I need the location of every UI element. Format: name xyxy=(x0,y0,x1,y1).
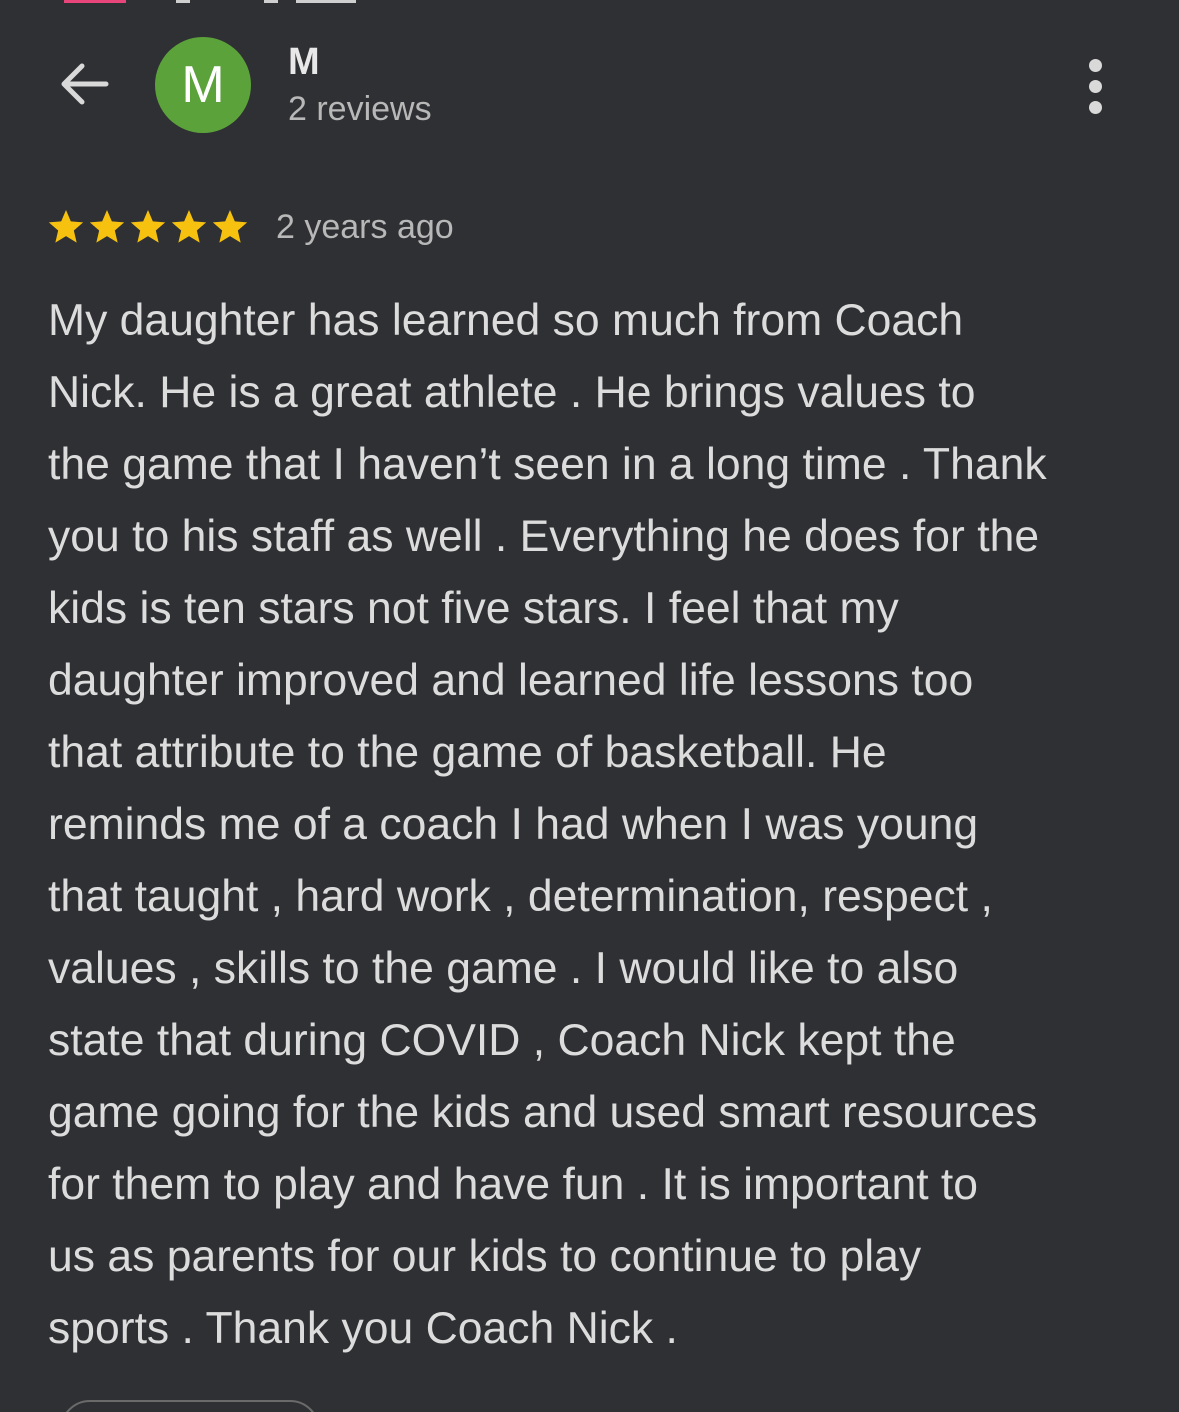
star-rating xyxy=(46,203,251,251)
reviewer-name[interactable]: M xyxy=(288,40,320,84)
more-options-button[interactable] xyxy=(1070,56,1120,116)
avatar[interactable]: M xyxy=(155,37,251,133)
avatar-letter: M xyxy=(181,56,225,114)
review-count: 2 reviews xyxy=(288,90,432,128)
status-indicator xyxy=(64,0,126,3)
status-bar-remnant xyxy=(0,0,1179,4)
star-icon xyxy=(89,210,125,243)
like-button[interactable] xyxy=(60,1400,320,1412)
star-icon xyxy=(48,210,84,243)
star-icon xyxy=(130,210,166,243)
more-vertical-icon xyxy=(1088,58,1102,114)
back-button[interactable] xyxy=(52,52,116,116)
review-text: My daughter has learned so much from Coa… xyxy=(48,296,1047,1353)
star-icon xyxy=(171,210,207,243)
arrow-left-icon xyxy=(61,63,109,105)
review-time: 2 years ago xyxy=(276,208,454,246)
status-icons xyxy=(176,0,356,3)
star-icon xyxy=(212,210,248,243)
